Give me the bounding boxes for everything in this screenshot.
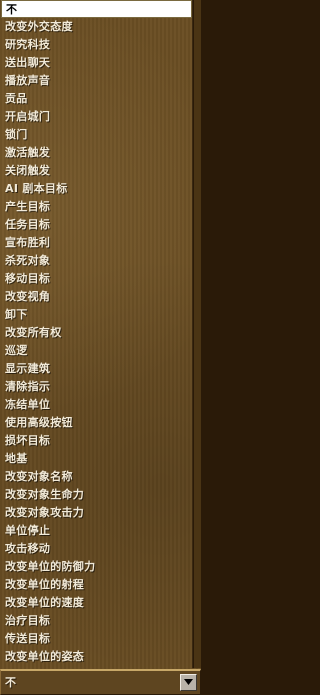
effect-type-dropdown: 不改变外交态度 研究科技 送出聊天 播放声音 贡品 开启城门 锁门 激活触发 关闭触发 AI 剧本… bbox=[0, 0, 201, 695]
dropdown-option[interactable]: 改变外交态度 bbox=[1, 18, 192, 36]
dropdown-option[interactable]: 研究科技 bbox=[1, 36, 192, 54]
dropdown-option[interactable]: 显示建筑 bbox=[1, 360, 192, 378]
dropdown-option[interactable]: 任务目标 bbox=[1, 216, 192, 234]
dropdown-option[interactable]: 传送目标 bbox=[1, 630, 192, 648]
dropdown-option[interactable]: 巡逻 bbox=[1, 342, 192, 360]
dropdown-option[interactable]: 锁门 bbox=[1, 126, 192, 144]
dropdown-option[interactable]: 改变对象名称 bbox=[1, 468, 192, 486]
dropdown-option[interactable]: 改变单位的速度 bbox=[1, 594, 192, 612]
dropdown-option[interactable]: 卸下 bbox=[1, 306, 192, 324]
dropdown-option[interactable]: 不 bbox=[1, 0, 192, 18]
dropdown-option[interactable]: 改变对象生命力 bbox=[1, 486, 192, 504]
dropdown-option[interactable]: 杀死对象 bbox=[1, 252, 192, 270]
dropdown-toggle-button[interactable] bbox=[180, 674, 197, 691]
dropdown-option[interactable]: 改变视角 bbox=[1, 288, 192, 306]
dropdown-option[interactable]: 贡品 bbox=[1, 90, 192, 108]
dropdown-option[interactable]: 改变单位的姿态 bbox=[1, 648, 192, 666]
dropdown-option[interactable]: 单位停止 bbox=[1, 522, 192, 540]
dropdown-option[interactable]: 清除指示 bbox=[1, 378, 192, 396]
effect-type-combobox[interactable]: 不 bbox=[0, 669, 201, 695]
dropdown-option[interactable]: 开启城门 bbox=[1, 108, 192, 126]
dropdown-option[interactable]: 送出聊天 bbox=[1, 54, 192, 72]
dropdown-option[interactable]: 治疗目标 bbox=[1, 612, 192, 630]
dropdown-option[interactable]: 改变对象攻击力 bbox=[1, 504, 192, 522]
combobox-value: 不 bbox=[5, 676, 16, 689]
dropdown-option[interactable]: 改变所有权 bbox=[1, 324, 192, 342]
dropdown-option[interactable]: 使用高级按钮 bbox=[1, 414, 192, 432]
dropdown-option[interactable]: 产生目标 bbox=[1, 198, 192, 216]
dropdown-list: 不改变外交态度 研究科技 送出聊天 播放声音 贡品 开启城门 锁门 激活触发 关闭触发 AI 剧本… bbox=[0, 0, 193, 668]
dropdown-option[interactable]: 播放声音 bbox=[1, 72, 192, 90]
dropdown-option[interactable]: 损坏目标 bbox=[1, 432, 192, 450]
chevron-down-icon bbox=[184, 679, 193, 685]
dropdown-option[interactable]: 攻击移动 bbox=[1, 540, 192, 558]
dropdown-option[interactable]: AI 剧本目标 bbox=[1, 180, 192, 198]
dropdown-option[interactable]: 激活触发 bbox=[1, 144, 192, 162]
dropdown-option[interactable]: 宣布胜利 bbox=[1, 234, 192, 252]
dropdown-option[interactable]: 改变单位的射程 bbox=[1, 576, 192, 594]
dropdown-option[interactable]: 改变单位的防御力 bbox=[1, 558, 192, 576]
list-scrollbar[interactable] bbox=[193, 0, 201, 668]
dropdown-option[interactable]: 移动目标 bbox=[1, 270, 192, 288]
dropdown-option[interactable]: 冻结单位 bbox=[1, 396, 192, 414]
dropdown-option[interactable]: 地基 bbox=[1, 450, 192, 468]
dropdown-option[interactable]: 关闭触发 bbox=[1, 162, 192, 180]
